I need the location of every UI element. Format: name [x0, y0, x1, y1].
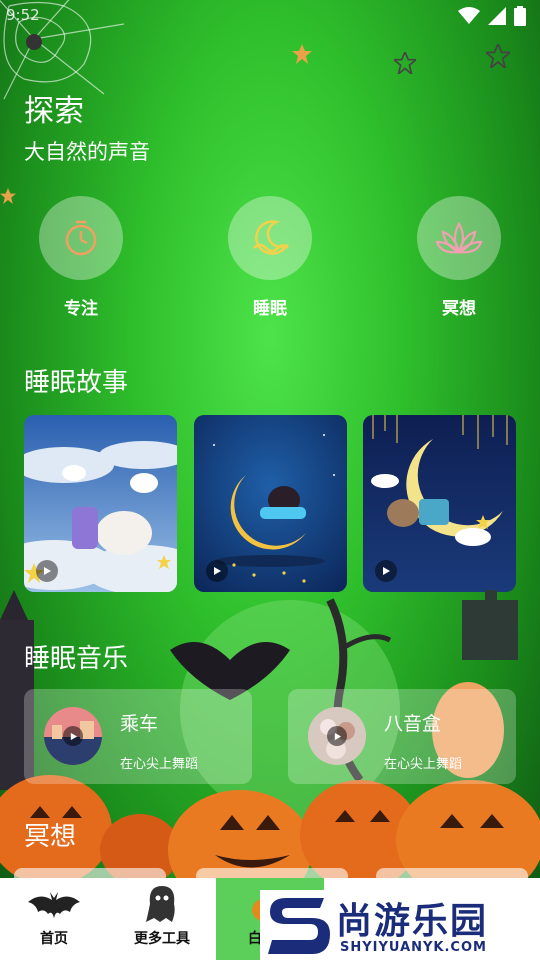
wifi-icon — [458, 7, 480, 24]
page-subtitle: 大自然的声音 — [24, 140, 150, 164]
play-button[interactable] — [327, 726, 347, 746]
category-sleep[interactable]: 睡眠 — [227, 196, 313, 319]
signal-icon — [488, 7, 506, 25]
category-sleep-circle[interactable] — [228, 196, 312, 280]
stopwatch-icon — [65, 220, 97, 256]
star-decoration — [486, 44, 510, 68]
star-decoration — [394, 52, 416, 74]
nav-label: 更多工具 — [134, 931, 190, 947]
music-title: 乘车 — [120, 713, 159, 735]
s-logo-icon — [268, 898, 330, 954]
category-label: 冥想 — [442, 299, 476, 319]
category-label: 专注 — [64, 299, 98, 319]
music-thumbnail — [44, 707, 102, 765]
watermark-logo: 尚游乐园 SHYIYUANYK.COM — [260, 890, 540, 960]
moon-icon — [253, 220, 290, 255]
watermark-url: SHYIYUANYK.COM — [340, 940, 487, 955]
music-subtitle: 在心尖上舞蹈 — [120, 757, 199, 772]
music-card[interactable]: 乘车 在心尖上舞蹈 — [24, 689, 252, 784]
section-title-music: 睡眠音乐 — [24, 644, 129, 674]
music-row: 乘车 在心尖上舞蹈 八音盒 在心尖上舞蹈 — [24, 689, 516, 784]
category-label: 睡眠 — [253, 299, 287, 319]
section-title-stories: 睡眠故事 — [24, 368, 129, 398]
category-focus[interactable]: 专注 — [38, 196, 124, 319]
music-subtitle: 在心尖上舞蹈 — [384, 757, 463, 772]
status-icons — [458, 6, 526, 26]
category-meditate[interactable]: 冥想 — [416, 196, 502, 319]
nav-item-home[interactable]: 首页 — [0, 878, 108, 960]
bat-icon — [28, 892, 80, 918]
play-button[interactable] — [63, 726, 83, 746]
watermark-text: 尚游乐园 — [336, 901, 489, 942]
play-icon — [70, 732, 77, 740]
category-row: 专注 睡眠 冥想 — [0, 196, 540, 326]
lotus-icon — [435, 221, 483, 255]
section-title-meditate: 冥想 — [24, 822, 77, 852]
nav-label: 首页 — [40, 931, 68, 947]
battery-icon — [514, 6, 526, 26]
header: 探索 大自然的声音 — [24, 86, 150, 166]
nav-item-more-tools[interactable]: 更多工具 — [108, 878, 216, 960]
ghost-icon — [146, 886, 175, 922]
page-title: 探索 — [24, 94, 84, 129]
star-decoration — [292, 44, 312, 64]
music-thumbnail — [308, 707, 366, 765]
play-icon — [334, 732, 341, 740]
music-card[interactable]: 八音盒 在心尖上舞蹈 — [288, 689, 516, 784]
category-focus-circle[interactable] — [39, 196, 123, 280]
music-title: 八音盒 — [384, 713, 442, 735]
category-meditate-circle[interactable] — [417, 196, 501, 280]
